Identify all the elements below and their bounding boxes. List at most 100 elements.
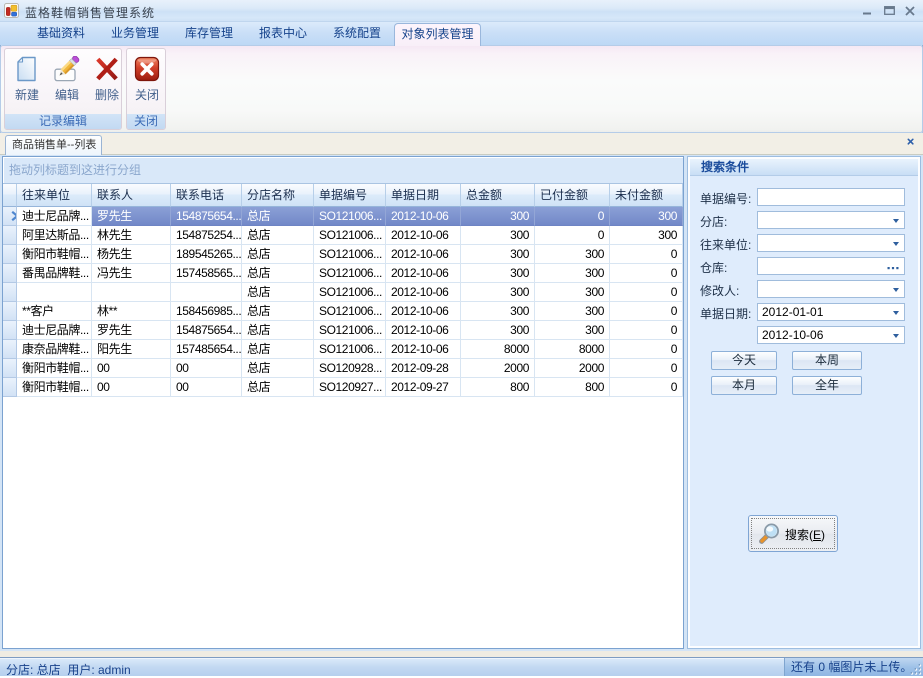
grid-cell[interactable]: **客户 xyxy=(17,302,92,321)
grid-cell[interactable]: 300 xyxy=(610,207,683,226)
grid-column-header[interactable]: 单据编号 xyxy=(314,184,386,207)
grid-cell[interactable]: 154875654... xyxy=(171,207,242,226)
grid-cell[interactable]: 0 xyxy=(610,245,683,264)
grid-cell[interactable]: 总店 xyxy=(242,245,314,264)
grid-column-header[interactable]: 分店名称 xyxy=(242,184,314,207)
grid-group-panel[interactable]: 拖动列标题到这进行分组 xyxy=(3,157,683,184)
grid-row[interactable]: 番禺品牌鞋...冯先生157458565...总店SO121006...2012… xyxy=(3,264,683,283)
grid-cell[interactable]: 2012-10-06 xyxy=(386,264,461,283)
grid-cell[interactable]: 总店 xyxy=(242,321,314,340)
search-field-input[interactable]: 2012-01-01 xyxy=(757,303,905,321)
grid-cell[interactable]: 300 xyxy=(461,283,535,302)
grid-cell[interactable]: 2012-09-27 xyxy=(386,378,461,397)
grid-cell[interactable]: 0 xyxy=(610,264,683,283)
grid-cell[interactable]: 0 xyxy=(610,359,683,378)
grid-cell[interactable]: 冯先生 xyxy=(92,264,171,283)
grid-cell[interactable]: 2012-09-28 xyxy=(386,359,461,378)
grid-cell[interactable] xyxy=(17,283,92,302)
combo-dropdown-icon[interactable] xyxy=(893,288,899,292)
grid-cell[interactable]: 0 xyxy=(610,321,683,340)
ribbon-tab[interactable]: 系统配置 xyxy=(320,22,394,45)
grid-column-header[interactable]: 单据日期 xyxy=(386,184,461,207)
grid-column-header[interactable]: 联系人 xyxy=(92,184,171,207)
grid-cell[interactable]: SO121006... xyxy=(314,340,386,359)
quick-range-button[interactable]: 今天 xyxy=(711,351,777,370)
grid-cell[interactable]: 300 xyxy=(535,321,610,340)
grid-cell[interactable]: 8000 xyxy=(535,340,610,359)
grid-cell[interactable]: 300 xyxy=(535,264,610,283)
combo-dropdown-icon[interactable] xyxy=(893,311,899,315)
grid-row[interactable]: 衡阳市鞋帽...0000总店SO120928...2012-09-2820002… xyxy=(3,359,683,378)
grid-cell[interactable]: 2012-10-06 xyxy=(386,340,461,359)
ribbon-button[interactable]: 新建 xyxy=(8,54,46,112)
grid-cell[interactable]: 300 xyxy=(610,226,683,245)
grid-cell[interactable]: 阿里达斯品... xyxy=(17,226,92,245)
grid-cell[interactable]: 林** xyxy=(92,302,171,321)
minimize-button[interactable] xyxy=(856,0,878,21)
grid-column-header[interactable]: 已付金额 xyxy=(535,184,610,207)
grid-cell[interactable]: 300 xyxy=(461,226,535,245)
grid-cell[interactable]: 189545265... xyxy=(171,245,242,264)
grid-cell[interactable]: 衡阳市鞋帽... xyxy=(17,245,92,264)
document-tab[interactable]: 商品销售单--列表 xyxy=(5,135,102,155)
search-field-input[interactable] xyxy=(757,188,905,206)
grid-cell[interactable]: 2012-10-06 xyxy=(386,226,461,245)
grid-column-header[interactable]: 联系电话 xyxy=(171,184,242,207)
grid-cell[interactable]: 800 xyxy=(461,378,535,397)
grid-row[interactable]: **客户林**158456985...总店SO121006...2012-10-… xyxy=(3,302,683,321)
grid-cell[interactable]: SO121006... xyxy=(314,321,386,340)
grid-cell[interactable]: SO121006... xyxy=(314,207,386,226)
grid-cell[interactable]: 00 xyxy=(171,359,242,378)
grid-cell[interactable]: 罗先生 xyxy=(92,321,171,340)
combo-dropdown-icon[interactable] xyxy=(893,219,899,223)
close-button[interactable] xyxy=(899,0,921,21)
grid-cell[interactable]: 总店 xyxy=(242,302,314,321)
grid-cell[interactable]: 总店 xyxy=(242,207,314,226)
grid-cell[interactable]: 154875654... xyxy=(171,321,242,340)
grid-cell[interactable]: 154875254... xyxy=(171,226,242,245)
grid-cell[interactable]: 0 xyxy=(610,378,683,397)
grid-cell[interactable] xyxy=(171,283,242,302)
grid-cell[interactable]: 2012-10-06 xyxy=(386,283,461,302)
ribbon-tab[interactable]: 对象列表管理 xyxy=(394,23,481,46)
grid-cell[interactable]: 杨先生 xyxy=(92,245,171,264)
grid-cell[interactable]: 0 xyxy=(535,207,610,226)
combo-dropdown-icon[interactable] xyxy=(893,242,899,246)
search-field-input[interactable] xyxy=(757,257,905,275)
search-field-input[interactable]: 2012-10-06 xyxy=(757,326,905,344)
grid-cell[interactable]: 300 xyxy=(461,245,535,264)
grid-cell[interactable]: 总店 xyxy=(242,283,314,302)
grid-cell[interactable]: 阳先生 xyxy=(92,340,171,359)
grid-cell[interactable]: SO121006... xyxy=(314,302,386,321)
grid-row[interactable]: 阿里达斯品...林先生154875254...总店SO121006...2012… xyxy=(3,226,683,245)
grid-cell[interactable]: 林先生 xyxy=(92,226,171,245)
grid-cell[interactable]: 300 xyxy=(535,245,610,264)
quick-range-button[interactable]: 全年 xyxy=(792,376,862,395)
search-field-input[interactable] xyxy=(757,280,905,298)
quick-range-button[interactable]: 本周 xyxy=(792,351,862,370)
grid-cell[interactable]: 2012-10-06 xyxy=(386,302,461,321)
grid-cell[interactable]: 2012-10-06 xyxy=(386,321,461,340)
grid-row[interactable]: 迪士尼品牌...罗先生154875654...总店SO121006...2012… xyxy=(3,321,683,340)
resize-grip-icon[interactable] xyxy=(910,663,922,675)
grid-cell[interactable]: 00 xyxy=(92,359,171,378)
grid-cell[interactable]: SO121006... xyxy=(314,264,386,283)
ribbon-button[interactable]: 编辑 xyxy=(48,54,86,112)
grid-cell[interactable]: 罗先生 xyxy=(92,207,171,226)
search-field-input[interactable] xyxy=(757,211,905,229)
grid-cell[interactable]: SO121006... xyxy=(314,245,386,264)
grid-cell[interactable]: 00 xyxy=(171,378,242,397)
ribbon-tab[interactable]: 基础资料 xyxy=(24,22,98,45)
grid-column-header[interactable]: 未付金额 xyxy=(610,184,683,207)
grid-cell[interactable]: 2000 xyxy=(535,359,610,378)
grid-cell[interactable]: 300 xyxy=(461,302,535,321)
grid-cell[interactable]: 2000 xyxy=(461,359,535,378)
grid-column-header[interactable]: 总金额 xyxy=(461,184,535,207)
grid-cell[interactable]: 800 xyxy=(535,378,610,397)
grid-cell[interactable] xyxy=(92,283,171,302)
grid-cell[interactable]: 0 xyxy=(610,283,683,302)
grid-cell[interactable]: 0 xyxy=(535,226,610,245)
ribbon-tab[interactable]: 报表中心 xyxy=(246,22,320,45)
grid-cell[interactable]: 衡阳市鞋帽... xyxy=(17,378,92,397)
grid-cell[interactable]: 0 xyxy=(610,340,683,359)
